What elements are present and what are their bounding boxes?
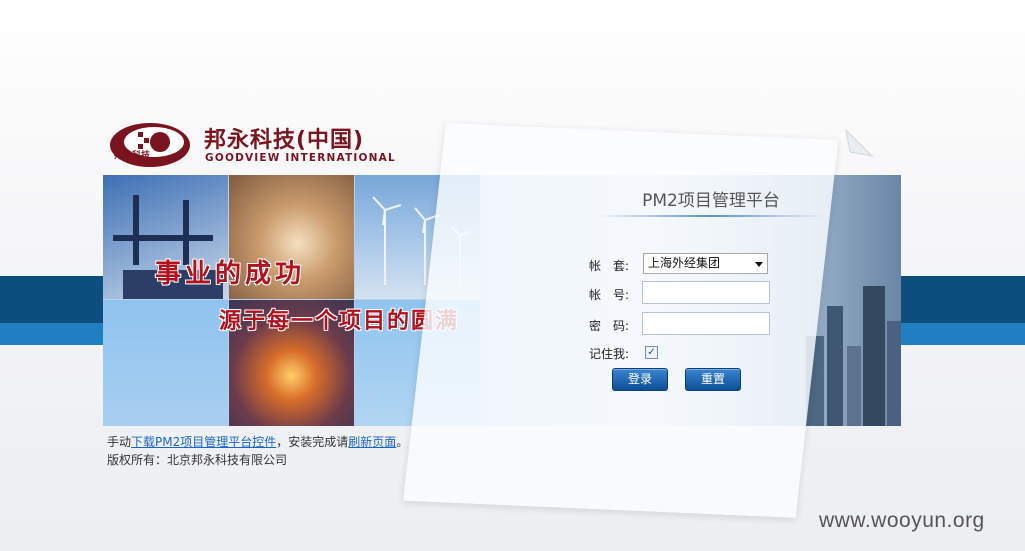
username-label: 帐 号: (589, 288, 630, 302)
watermark-text: www.wooyun.org (819, 509, 985, 532)
remember-me-checkbox[interactable]: ✓ (645, 346, 658, 359)
banner-tile-sky (103, 300, 228, 426)
banner-slogan-line1: 事业的成功 (155, 259, 306, 289)
download-control-link[interactable]: 下载PM2项目管理平台控件 (131, 435, 276, 449)
logo-small-text: 邦永科技 (114, 151, 151, 161)
login-button[interactable]: 登录 (612, 368, 668, 391)
download-notice-prefix: 手动 (107, 435, 132, 449)
account-set-value: 上海外经集团 (648, 256, 721, 270)
remember-me-label: 记住我: (589, 347, 630, 361)
account-set-select[interactable]: 上海外经集团 (643, 253, 768, 274)
copyright-text: 版权所有：北京邦永科技有限公司 (107, 453, 288, 467)
password-label: 密 码: (589, 319, 630, 333)
login-title: PM2项目管理平台 (642, 191, 780, 211)
download-notice: 手动下载PM2项目管理平台控件，安装完成请刷新页面。 (107, 433, 408, 450)
reset-button[interactable]: 重置 (685, 368, 741, 391)
download-notice-middle: ，安装完成请 (276, 435, 349, 449)
refresh-page-link[interactable]: 刷新页面 (348, 435, 396, 449)
page-curl-icon (845, 128, 874, 157)
account-set-label: 帐 套: (589, 259, 630, 273)
download-notice-suffix: 。 (396, 435, 409, 449)
password-input[interactable] (642, 312, 770, 335)
title-divider (598, 215, 824, 217)
company-name-cn: 邦永科技(中国) (204, 128, 365, 153)
company-logo: 邦永科技 邦永科技(中国) GOODVIEW INTERNATIONAL (108, 118, 395, 170)
chevron-down-icon[interactable] (755, 262, 763, 267)
username-input[interactable] (642, 281, 770, 304)
company-name-en: GOODVIEW INTERNATIONAL (205, 152, 396, 164)
logo-mark-icon: 邦永科技 (108, 118, 194, 170)
